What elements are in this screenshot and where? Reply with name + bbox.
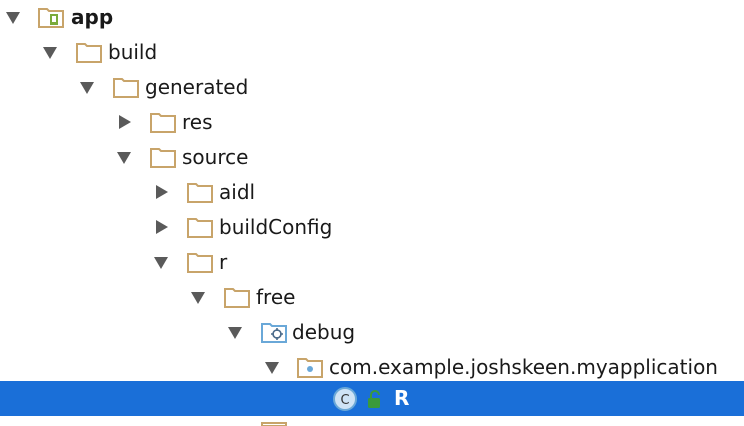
expand-arrow-icon[interactable] xyxy=(152,254,170,272)
tree-label: r xyxy=(219,250,228,274)
folder-icon xyxy=(76,43,102,63)
tree-label: buildConfig xyxy=(219,215,333,239)
source-folder-icon xyxy=(261,323,287,343)
tree-row-generated[interactable]: generated xyxy=(0,70,744,105)
tree-row-debug[interactable]: debug xyxy=(0,315,744,350)
tree-row-build[interactable]: build xyxy=(0,35,744,70)
tree-row-r[interactable]: r xyxy=(0,245,744,280)
folder-icon xyxy=(187,183,213,203)
tree-label: app xyxy=(71,5,114,29)
expand-arrow-icon[interactable] xyxy=(78,79,96,97)
folder-icon xyxy=(113,78,139,98)
tree-row-res[interactable]: res xyxy=(0,105,744,140)
unlock-icon xyxy=(368,390,380,408)
tree-row-r-class[interactable]: C R xyxy=(0,381,744,416)
tree-label: debug xyxy=(292,320,356,344)
tree-row-app[interactable]: app xyxy=(0,0,744,35)
tree-label: source xyxy=(182,145,249,169)
collapse-arrow-icon[interactable] xyxy=(153,183,171,201)
folder-icon xyxy=(150,113,176,133)
tree-label: build xyxy=(108,40,158,64)
expand-arrow-icon[interactable] xyxy=(189,289,207,307)
folder-icon xyxy=(150,148,176,168)
tree-label: res xyxy=(182,110,213,134)
collapse-arrow-icon[interactable] xyxy=(153,218,171,236)
class-letter: C xyxy=(340,393,349,408)
tree-label: free xyxy=(256,285,296,309)
module-folder-icon xyxy=(38,8,64,28)
folder-icon xyxy=(187,218,213,238)
expand-arrow-icon[interactable] xyxy=(4,9,22,27)
tree-label: com.example.joshskeen.myapplication xyxy=(329,355,718,379)
folder-icon xyxy=(187,253,213,273)
package-icon xyxy=(297,358,323,378)
tree-row-free[interactable]: free xyxy=(0,280,744,315)
tree-row-buildconfig[interactable]: buildConfig xyxy=(0,210,744,245)
tree-label: R xyxy=(394,386,410,410)
expand-arrow-icon[interactable] xyxy=(41,44,59,62)
class-icon: C xyxy=(333,387,357,411)
expand-arrow-icon[interactable] xyxy=(263,359,281,377)
tree-row-aidl[interactable]: aidl xyxy=(0,175,744,210)
tree-label: generated xyxy=(145,75,249,99)
folder-icon xyxy=(224,288,250,308)
tree-row-package[interactable]: com.example.joshskeen.myapplication xyxy=(0,350,744,385)
tree-row-partial xyxy=(0,416,744,426)
collapse-arrow-icon[interactable] xyxy=(116,113,134,131)
folder-icon xyxy=(261,422,287,426)
expand-arrow-icon[interactable] xyxy=(115,149,133,167)
tree-label: aidl xyxy=(219,180,256,204)
project-tree: app build generated res source aidl buil… xyxy=(0,0,744,426)
tree-row-source[interactable]: source xyxy=(0,140,744,175)
expand-arrow-icon[interactable] xyxy=(226,324,244,342)
